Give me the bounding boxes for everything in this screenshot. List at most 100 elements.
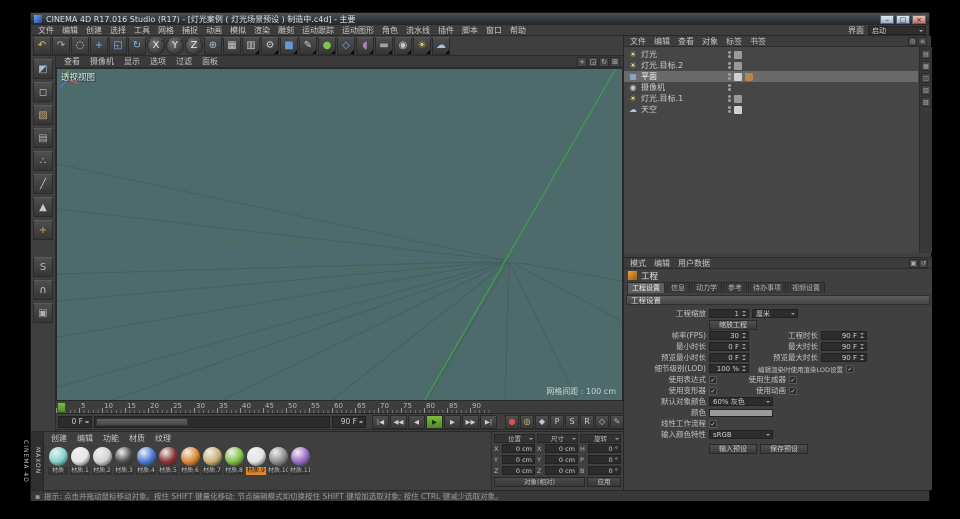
object-tag-icon[interactable] bbox=[745, 95, 753, 103]
material-item[interactable]: 材质.4 bbox=[136, 447, 156, 475]
visibility-dots[interactable] bbox=[728, 95, 731, 102]
material-menu-item[interactable]: 材质 bbox=[124, 433, 150, 444]
toolbar-icon[interactable]: ◖ bbox=[356, 37, 374, 55]
toolbar-icon[interactable]: + bbox=[90, 37, 108, 55]
viewport-menu-item[interactable]: 显示 bbox=[119, 56, 145, 67]
visibility-dots[interactable] bbox=[728, 51, 731, 58]
transport-button[interactable]: ▶| bbox=[480, 415, 497, 429]
deformers-checkbox[interactable]: ✓ bbox=[709, 387, 717, 395]
material-sphere[interactable] bbox=[93, 447, 112, 466]
material-sphere[interactable] bbox=[71, 447, 90, 466]
palette-icon[interactable]: ▣ bbox=[33, 303, 53, 323]
menu-item[interactable]: 流水线 bbox=[402, 25, 434, 36]
object-row[interactable]: ◉ 摄像机 bbox=[624, 82, 918, 93]
range-handle[interactable] bbox=[96, 418, 188, 426]
window-control-button[interactable]: □ bbox=[896, 15, 910, 24]
menu-item[interactable]: 运动图形 bbox=[338, 25, 378, 36]
lod-input[interactable]: 100 % bbox=[709, 364, 749, 373]
viewport-menu-item[interactable]: 选项 bbox=[145, 56, 171, 67]
record-button[interactable]: ◇ bbox=[595, 415, 609, 429]
material-item[interactable]: 材质.8 bbox=[224, 447, 244, 475]
apply-button[interactable]: 应用 bbox=[587, 477, 621, 487]
object-manager-menu-item[interactable]: 对象 bbox=[698, 36, 722, 47]
layout-tab-icon[interactable]: ▧ bbox=[921, 97, 931, 107]
size-value-field[interactable]: 0 cm bbox=[545, 455, 578, 464]
material-item[interactable]: 材质.1 bbox=[70, 447, 90, 475]
palette-icon[interactable]: S bbox=[33, 257, 53, 277]
object-manager-menu-item[interactable]: 编辑 bbox=[650, 36, 674, 47]
object-row[interactable]: ▦ 平面 bbox=[624, 71, 918, 82]
panel-icon[interactable]: ◎ bbox=[908, 37, 917, 46]
material-item[interactable]: 材质 bbox=[48, 447, 68, 475]
rotation-value-field[interactable]: 0 ° bbox=[588, 444, 621, 453]
palette-icon[interactable]: ▲ bbox=[33, 197, 53, 217]
object-tag-icon[interactable] bbox=[745, 62, 753, 70]
visibility-dots[interactable] bbox=[728, 73, 731, 80]
object-name[interactable]: 灯光.目标.2 bbox=[641, 60, 725, 71]
object-tag-icon[interactable] bbox=[734, 95, 742, 103]
transport-button[interactable]: ▶▶ bbox=[462, 415, 479, 429]
material-sphere[interactable] bbox=[203, 447, 222, 466]
attribute-menu-item[interactable]: 模式 bbox=[626, 258, 650, 269]
toolbar-icon[interactable]: ✎ bbox=[299, 37, 317, 55]
toolbar-icon[interactable]: Y bbox=[166, 37, 184, 55]
menu-item[interactable]: 模拟 bbox=[226, 25, 250, 36]
visibility-dots[interactable] bbox=[728, 84, 731, 91]
material-menu-item[interactable]: 功能 bbox=[98, 433, 124, 444]
fps-input[interactable]: 30 bbox=[709, 331, 749, 340]
material-sphere[interactable] bbox=[269, 447, 288, 466]
record-button[interactable]: ● bbox=[505, 415, 519, 429]
panel-icon[interactable]: ≡ bbox=[918, 37, 927, 46]
toolbar-icon[interactable]: ◉ bbox=[394, 37, 412, 55]
current-frame-field[interactable]: 0 F bbox=[58, 416, 92, 428]
import-preset-button[interactable]: 输入预设 bbox=[709, 444, 757, 454]
preview-range-slider[interactable] bbox=[94, 416, 330, 428]
transport-button[interactable]: ◀ bbox=[408, 415, 425, 429]
toolbar-icon[interactable]: ☀ bbox=[413, 37, 431, 55]
menu-item[interactable]: 工具 bbox=[130, 25, 154, 36]
layout-tab-icon[interactable]: ◫ bbox=[921, 73, 931, 83]
object-tag-icon[interactable] bbox=[745, 106, 753, 114]
object-name[interactable]: 灯光 bbox=[641, 49, 725, 60]
object-name[interactable]: 平面 bbox=[641, 71, 725, 82]
viewport-nav-icon[interactable]: + bbox=[577, 57, 587, 67]
object-manager-menu-item[interactable]: 查看 bbox=[674, 36, 698, 47]
window-control-button[interactable]: × bbox=[912, 15, 926, 24]
rotation-value-field[interactable]: 0 ° bbox=[588, 455, 621, 464]
material-item[interactable]: 材质.2 bbox=[92, 447, 112, 475]
layout-tab-icon[interactable]: ▥ bbox=[921, 85, 931, 95]
attribute-tab[interactable]: 动力学 bbox=[691, 282, 722, 293]
palette-icon[interactable]: ╱ bbox=[33, 174, 53, 194]
color-swatch[interactable] bbox=[709, 409, 773, 417]
expressions-checkbox[interactable]: ✓ bbox=[709, 376, 717, 384]
viewport-nav-icon[interactable]: ⊞ bbox=[610, 57, 620, 67]
palette-icon[interactable]: ◩ bbox=[33, 59, 53, 79]
toolbar-icon[interactable]: ☁ bbox=[432, 37, 450, 55]
timeline-ruler[interactable]: 051015202530354045505560657075808590 bbox=[56, 401, 623, 414]
object-tag-icon[interactable] bbox=[734, 51, 742, 59]
attribute-tab[interactable]: 待办事项 bbox=[748, 282, 786, 293]
attribute-menu-item[interactable]: 编辑 bbox=[650, 258, 674, 269]
position-value-field[interactable]: 0 cm bbox=[502, 466, 535, 475]
linear-workflow-checkbox[interactable]: ✓ bbox=[709, 420, 717, 428]
material-sphere[interactable] bbox=[181, 447, 200, 466]
transport-button[interactable]: |◀ bbox=[372, 415, 389, 429]
palette-icon[interactable]: ▨ bbox=[33, 105, 53, 125]
object-manager[interactable]: ☀ 灯光 ☀ 灯光.目标.2 ▦ 平面 bbox=[624, 47, 932, 253]
object-tag-icon[interactable] bbox=[734, 62, 742, 70]
menu-item[interactable]: 角色 bbox=[378, 25, 402, 36]
max-time-input[interactable]: 90 F bbox=[821, 342, 867, 351]
object-tag-icon[interactable] bbox=[745, 51, 753, 59]
toolbar-icon[interactable]: ◇ bbox=[337, 37, 355, 55]
toolbar-icon[interactable]: Z bbox=[185, 37, 203, 55]
end-frame-field[interactable]: 90 F bbox=[332, 416, 366, 428]
menu-item[interactable]: 编辑 bbox=[58, 25, 82, 36]
size-value-field[interactable]: 0 cm bbox=[545, 466, 578, 475]
preview-max-input[interactable]: 90 F bbox=[821, 353, 867, 362]
material-menu-item[interactable]: 纹理 bbox=[150, 433, 176, 444]
scale-project-button[interactable]: 缩放工程 bbox=[709, 320, 757, 330]
menu-item[interactable]: 雕刻 bbox=[274, 25, 298, 36]
object-tag-icon[interactable] bbox=[745, 73, 753, 81]
object-manager-menu-item[interactable]: 文件 bbox=[626, 36, 650, 47]
object-manager-menu-item[interactable]: 书签 bbox=[746, 36, 770, 47]
